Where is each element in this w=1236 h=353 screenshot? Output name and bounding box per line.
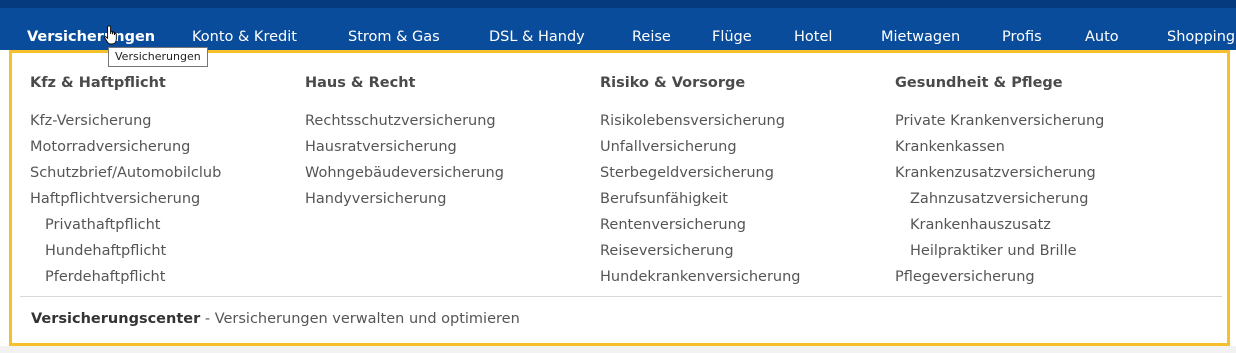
menu-link-schutzbrief[interactable]: Schutzbrief/Automobilclub (30, 160, 221, 186)
menu-link-sterbegeldversicherung[interactable]: Sterbegeldversicherung (600, 160, 801, 186)
menu-link-rentenversicherung[interactable]: Rentenversicherung (600, 212, 801, 238)
menu-footer: Versicherungscenter - Versicherungen ver… (31, 311, 520, 327)
menu-link-haftpflichtversicherung[interactable]: Haftpflichtversicherung (30, 186, 221, 212)
menu-link-kfz-versicherung[interactable]: Kfz-Versicherung (30, 108, 221, 134)
versicherungscenter-link[interactable]: Versicherungscenter (31, 311, 200, 327)
column-heading: Haus & Recht (305, 75, 416, 91)
menu-link-rechtsschutzversicherung[interactable]: Rechtsschutzversicherung (305, 108, 504, 134)
menu-link-unfallversicherung[interactable]: Unfallversicherung (600, 134, 801, 160)
menu-link-wohngebaeudeversicherung[interactable]: Wohngebäudeversicherung (305, 160, 504, 186)
menu-link-motorradversicherung[interactable]: Motorradversicherung (30, 134, 221, 160)
menu-link-krankenkassen[interactable]: Krankenkassen (895, 134, 1104, 160)
hand-pointer-icon (104, 25, 117, 45)
menu-link-krankenzusatzversicherung[interactable]: Krankenzusatzversicherung (895, 160, 1104, 186)
menu-link-krankenhauszusatz[interactable]: Krankenhauszusatz (895, 212, 1104, 238)
menu-link-pflegeversicherung[interactable]: Pflegeversicherung (895, 264, 1104, 290)
versicherungen-mega-menu: Kfz & Haftpflicht Kfz-Versicherung Motor… (9, 50, 1230, 346)
menu-link-berufsunfaehigkeit[interactable]: Berufsunfähigkeit (600, 186, 801, 212)
menu-link-pferdehaftpflicht[interactable]: Pferdehaftpflicht (30, 264, 221, 290)
nav-tooltip: Versicherungen (108, 47, 208, 67)
menu-link-heilpraktiker-brille[interactable]: Heilpraktiker und Brille (895, 238, 1104, 264)
menu-divider (20, 296, 1222, 297)
menu-link-zahnzusatzversicherung[interactable]: Zahnzusatzversicherung (895, 186, 1104, 212)
menu-link-privathaftpflicht[interactable]: Privathaftpflicht (30, 212, 221, 238)
menu-link-risikolebensversicherung[interactable]: Risikolebensversicherung (600, 108, 801, 134)
column-heading: Gesundheit & Pflege (895, 75, 1063, 91)
menu-link-private-krankenversicherung[interactable]: Private Krankenversicherung (895, 108, 1104, 134)
menu-link-reiseversicherung[interactable]: Reiseversicherung (600, 238, 801, 264)
top-navigation-bar: Versicherungen Konto & Kredit Strom & Ga… (0, 0, 1236, 50)
column-heading: Risiko & Vorsorge (600, 75, 746, 91)
column-heading: Kfz & Haftpflicht (30, 75, 166, 91)
menu-link-hundekrankenversicherung[interactable]: Hundekrankenversicherung (600, 264, 801, 290)
page-content-edge (0, 346, 1236, 353)
menu-link-handyversicherung[interactable]: Handyversicherung (305, 186, 504, 212)
menu-footer-text: - Versicherungen verwalten und optimiere… (200, 311, 520, 327)
menu-link-hausratversicherung[interactable]: Hausratversicherung (305, 134, 504, 160)
menu-link-hundehaftpflicht[interactable]: Hundehaftpflicht (30, 238, 221, 264)
